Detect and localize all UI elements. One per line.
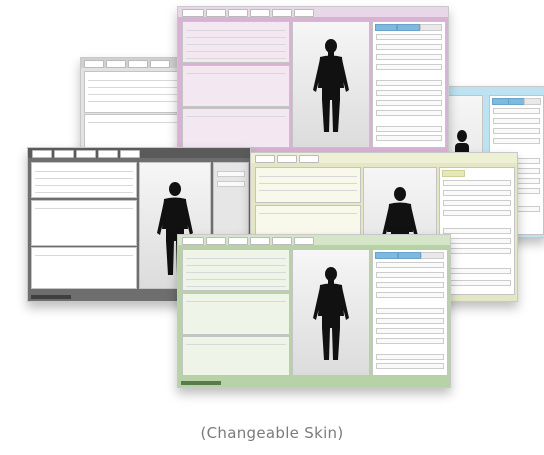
window-toolbar bbox=[178, 7, 448, 17]
toolbar-button[interactable] bbox=[294, 9, 314, 17]
human-silhouette-icon bbox=[313, 39, 349, 132]
toolbar-button[interactable] bbox=[76, 150, 96, 158]
body-figure-panel bbox=[292, 21, 370, 148]
records-panel bbox=[182, 65, 290, 107]
toolbar-button[interactable] bbox=[272, 237, 292, 245]
patient-info-panel bbox=[31, 162, 137, 198]
toolbar-button[interactable] bbox=[54, 150, 74, 158]
toolbar-button[interactable] bbox=[32, 150, 52, 158]
patient-info-panel bbox=[255, 167, 361, 203]
toolbar-button[interactable] bbox=[294, 237, 314, 245]
diagnosis-panel bbox=[31, 247, 137, 289]
window-toolbar bbox=[251, 153, 517, 163]
toolbar-button[interactable] bbox=[206, 9, 226, 17]
toolbar-button[interactable] bbox=[250, 237, 270, 245]
window-toolbar bbox=[178, 235, 450, 245]
toolbar-button[interactable] bbox=[150, 60, 170, 68]
toolbar-button[interactable] bbox=[277, 155, 297, 163]
toolbar-button[interactable] bbox=[228, 237, 248, 245]
toolbar-button[interactable] bbox=[182, 9, 204, 17]
caption: (Changeable Skin) bbox=[200, 424, 344, 442]
patient-info-panel bbox=[182, 21, 290, 63]
toolbar-button[interactable] bbox=[106, 60, 126, 68]
toolbar-button[interactable] bbox=[120, 150, 140, 158]
toolbar-button[interactable] bbox=[98, 150, 118, 158]
toolbar-button[interactable] bbox=[128, 60, 148, 68]
records-panel bbox=[182, 293, 290, 335]
diagnosis-panel bbox=[182, 108, 290, 148]
skin-window-green bbox=[177, 234, 451, 388]
window-toolbar bbox=[28, 148, 250, 158]
status-bar bbox=[181, 381, 221, 385]
toolbar-button[interactable] bbox=[228, 9, 248, 17]
toolbar-button[interactable] bbox=[272, 9, 292, 17]
toolbar-button[interactable] bbox=[206, 237, 226, 245]
records-panel bbox=[31, 200, 137, 246]
symptom-panel bbox=[372, 249, 448, 376]
toolbar-button[interactable] bbox=[250, 9, 270, 17]
patient-info-panel bbox=[182, 249, 290, 291]
symptom-panel bbox=[372, 21, 446, 148]
toolbar-button[interactable] bbox=[84, 60, 104, 68]
toolbar-button[interactable] bbox=[299, 155, 319, 163]
body-figure-panel bbox=[292, 249, 370, 376]
status-bar bbox=[31, 295, 71, 299]
human-silhouette-icon bbox=[313, 267, 349, 360]
toolbar-button[interactable] bbox=[182, 237, 204, 245]
toolbar-button[interactable] bbox=[255, 155, 275, 163]
skin-window-pink bbox=[177, 6, 449, 160]
diagnosis-panel bbox=[182, 336, 290, 376]
